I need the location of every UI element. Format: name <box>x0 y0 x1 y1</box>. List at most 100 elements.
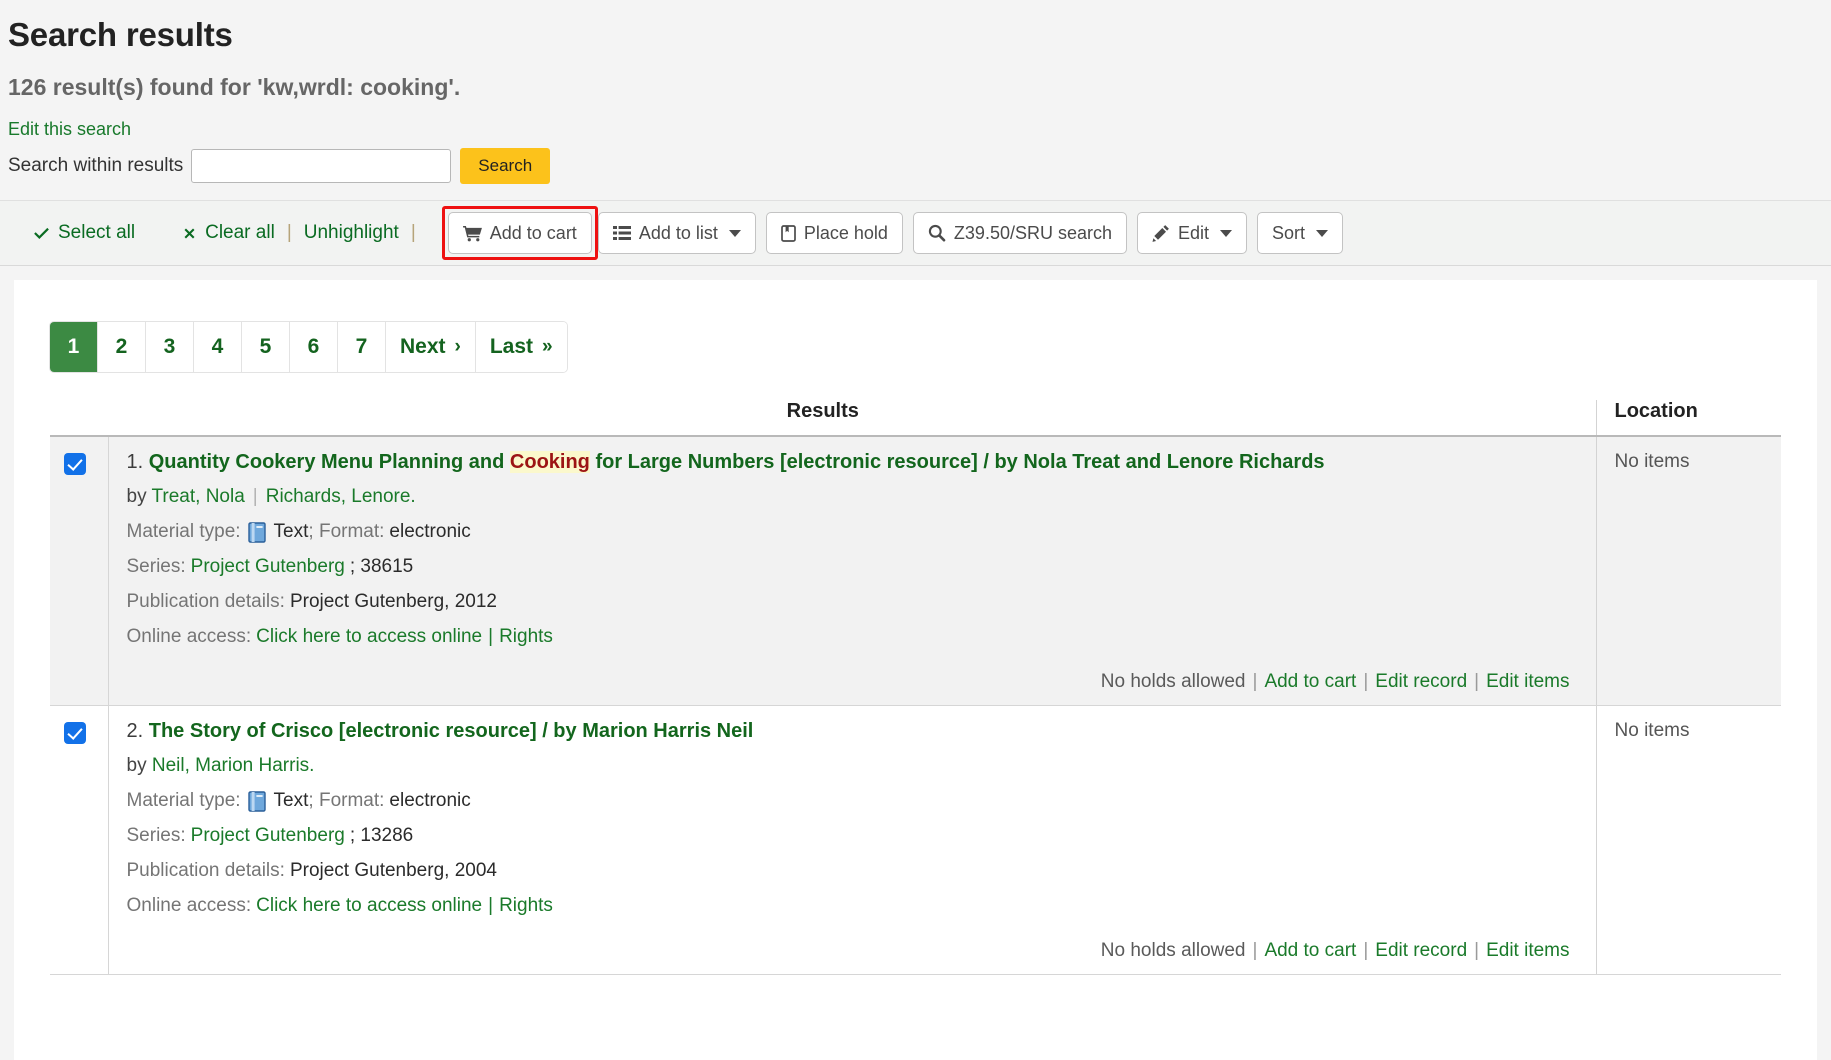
publication-label: Publication details: <box>127 591 285 613</box>
result-material-type: Material type: Text ; Format: electro <box>127 521 1578 543</box>
pagination-page-3[interactable]: 3 <box>146 322 194 372</box>
search-button[interactable]: Search <box>460 148 550 184</box>
search-within-label: Search within results <box>8 155 183 177</box>
pagination-page-6[interactable]: 6 <box>290 322 338 372</box>
series-label: Series: <box>127 825 186 847</box>
row-edit-record-link[interactable]: Edit record <box>1375 671 1467 692</box>
pagination-page-2[interactable]: 2 <box>98 322 146 372</box>
format-value: electronic <box>389 790 470 812</box>
column-header-results: Results <box>50 400 1596 436</box>
result-title: 2. The Story of Crisco [electronic resou… <box>127 718 1578 745</box>
author-link[interactable]: Treat, Nola <box>152 486 245 507</box>
by-label: by <box>127 755 147 776</box>
add-to-cart-button[interactable]: Add to cart <box>448 212 592 254</box>
online-access-label: Online access: <box>127 626 252 648</box>
holds-status: No holds allowed <box>1101 671 1246 692</box>
material-type-label: Material type: <box>127 790 241 812</box>
search-results-page: Search results 126 result(s) found for '… <box>0 0 1831 1060</box>
select-all-label: Select all <box>58 222 135 244</box>
table-row: 1. Quantity Cookery Menu Planning and Co… <box>50 436 1781 706</box>
result-checkbox[interactable] <box>64 722 86 744</box>
result-series: Series: Project Gutenberg ; 38615 <box>127 556 1578 578</box>
format-value: electronic <box>389 521 470 543</box>
result-row-actions: No holds allowed|Add to cart|Edit record… <box>127 661 1578 701</box>
series-number: ; 13286 <box>350 825 413 847</box>
page-title: Search results <box>8 16 1831 54</box>
column-header-location: Location <box>1596 400 1781 436</box>
book-icon <box>248 522 267 543</box>
result-title-link[interactable]: The Story of Crisco [electronic resource… <box>149 720 754 742</box>
select-all-link[interactable]: Select all <box>32 222 135 244</box>
pagination-page-5[interactable]: 5 <box>242 322 290 372</box>
result-series: Series: Project Gutenberg ; 13286 <box>127 825 1578 847</box>
results-summary: 126 result(s) found for 'kw,wrdl: cookin… <box>8 74 1831 101</box>
action-separator: | <box>1474 940 1479 961</box>
pagination-page-7[interactable]: 7 <box>338 322 386 372</box>
result-number: 1. <box>127 451 144 473</box>
row-select-cell <box>50 706 108 975</box>
pagination-next-label: Next <box>400 335 446 359</box>
series-number: ; 38615 <box>350 556 413 578</box>
author-separator: | <box>253 486 258 507</box>
action-separator: | <box>1363 671 1368 692</box>
chevron-down-icon <box>729 230 741 237</box>
pagination-next[interactable]: Next › <box>386 322 476 372</box>
row-edit-items-link[interactable]: Edit items <box>1486 940 1569 961</box>
result-title-link[interactable]: Quantity Cookery Menu Planning and Cooki… <box>149 451 1325 473</box>
by-label: by <box>127 486 147 507</box>
series-link[interactable]: Project Gutenberg <box>191 825 345 847</box>
close-x-icon <box>181 225 198 242</box>
result-number: 2. <box>127 720 144 742</box>
z3950-sru-search-label: Z39.50/SRU search <box>954 223 1112 244</box>
place-hold-button[interactable]: Place hold <box>766 212 903 254</box>
online-access-link[interactable]: Click here to access online <box>256 626 482 648</box>
search-within-input[interactable] <box>191 149 451 183</box>
series-label: Series: <box>127 556 186 578</box>
table-row: 2. The Story of Crisco [electronic resou… <box>50 706 1781 975</box>
online-access-label: Online access: <box>127 895 252 917</box>
author-link[interactable]: Neil, Marion Harris. <box>152 755 315 776</box>
add-to-cart-label: Add to cart <box>490 223 577 244</box>
row-select-cell <box>50 436 108 706</box>
edit-button[interactable]: Edit <box>1137 212 1247 254</box>
result-material-type: Material type: Text ; Format: electro <box>127 790 1578 812</box>
holds-status: No holds allowed <box>1101 940 1246 961</box>
online-access-link[interactable]: Click here to access online <box>256 895 482 917</box>
row-add-to-cart-link[interactable]: Add to cart <box>1264 940 1356 961</box>
material-type-label: Material type: <box>127 521 241 543</box>
toolbar-separator-right: | <box>411 222 416 244</box>
sort-button[interactable]: Sort <box>1257 212 1343 254</box>
series-link[interactable]: Project Gutenberg <box>191 556 345 578</box>
row-edit-record-link[interactable]: Edit record <box>1375 940 1467 961</box>
material-type-value: Text <box>274 790 309 812</box>
pagination-last[interactable]: Last » <box>476 322 567 372</box>
clear-all-label: Clear all <box>205 222 275 244</box>
edit-this-search-link[interactable]: Edit this search <box>8 119 131 140</box>
pagination-page-4[interactable]: 4 <box>194 322 242 372</box>
list-icon <box>613 225 631 241</box>
sort-label: Sort <box>1272 223 1305 244</box>
result-checkbox[interactable] <box>64 453 86 475</box>
result-online-access: Online access: Click here to access onli… <box>127 895 1578 917</box>
author-link[interactable]: Richards, Lenore. <box>266 486 416 507</box>
title-text-after: for Large Numbers [electronic resource] … <box>590 451 1325 473</box>
row-edit-items-link[interactable]: Edit items <box>1486 671 1569 692</box>
result-byline: by Treat, Nola | Richards, Lenore. <box>127 486 1578 508</box>
z3950-sru-search-button[interactable]: Z39.50/SRU search <box>913 212 1127 254</box>
rights-link[interactable]: Rights <box>499 895 553 917</box>
title-text-after: The Story of Crisco [electronic resource… <box>149 720 754 742</box>
result-info-cell: 2. The Story of Crisco [electronic resou… <box>108 706 1596 975</box>
add-to-cart-highlight-box: Add to cart <box>442 206 598 260</box>
action-separator: | <box>1363 940 1368 961</box>
row-add-to-cart-link[interactable]: Add to cart <box>1264 671 1356 692</box>
clear-all-link[interactable]: Clear all <box>181 222 275 244</box>
search-icon <box>928 224 946 242</box>
chevron-right-icon: › <box>455 336 461 358</box>
publication-value: Project Gutenberg, 2012 <box>290 591 497 613</box>
pagination-page-1[interactable]: 1 <box>50 322 98 372</box>
rights-link[interactable]: Rights <box>499 626 553 648</box>
unhighlight-link[interactable]: Unhighlight <box>304 222 399 244</box>
add-to-list-button[interactable]: Add to list <box>598 212 756 254</box>
material-type-value: Text <box>274 521 309 543</box>
results-table: Results Location 1. Quantity Cookery Men… <box>50 400 1781 975</box>
